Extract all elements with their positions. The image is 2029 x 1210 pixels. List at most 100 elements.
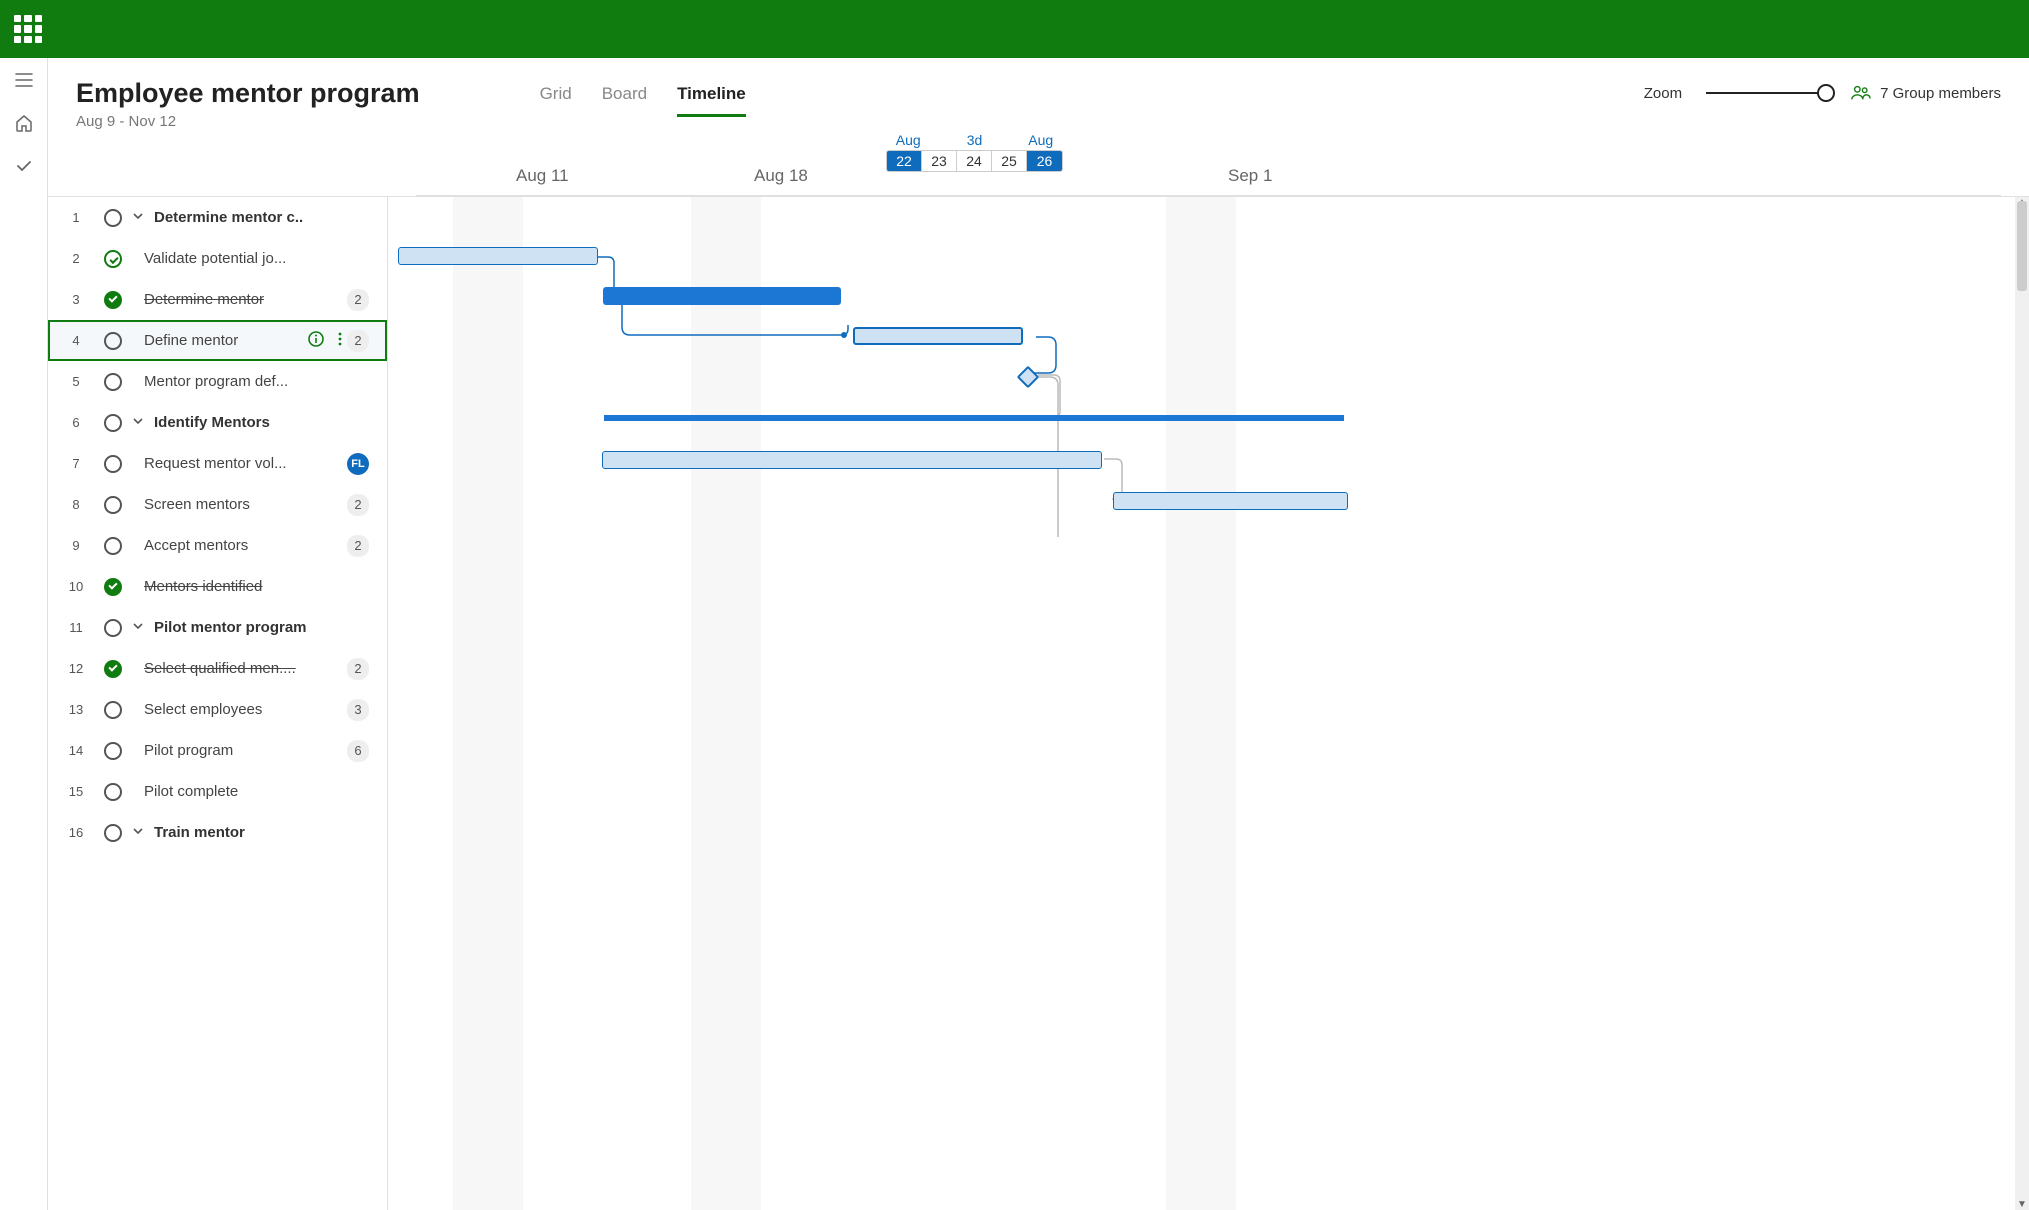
status-open-icon[interactable] bbox=[104, 496, 122, 514]
assignee-avatar[interactable]: FL bbox=[347, 453, 369, 475]
gantt-bar[interactable] bbox=[398, 247, 598, 265]
task-row[interactable]: 16Train mentor bbox=[48, 812, 387, 853]
task-row[interactable]: 12Select qualified men....2 bbox=[48, 648, 387, 689]
status-open-icon[interactable] bbox=[104, 414, 122, 432]
status-open-icon[interactable] bbox=[104, 455, 122, 473]
task-row[interactable]: 2 Validate potential jo... bbox=[48, 238, 387, 279]
people-icon bbox=[1850, 82, 1872, 104]
task-row[interactable]: 8Screen mentors2 bbox=[48, 484, 387, 525]
row-number: 5 bbox=[66, 374, 86, 389]
count-badge: 6 bbox=[347, 740, 369, 762]
task-row[interactable]: 5 Mentor program def... bbox=[48, 361, 387, 402]
project-header: Employee mentor program Aug 9 - Nov 12 G… bbox=[48, 58, 2029, 197]
row-number: 2 bbox=[66, 251, 86, 266]
chevron-down-icon[interactable] bbox=[132, 209, 144, 226]
task-name: Mentors identified bbox=[144, 578, 369, 595]
row-number: 6 bbox=[66, 415, 86, 430]
date-label: Aug 18 bbox=[754, 166, 808, 186]
status-open-icon[interactable] bbox=[104, 332, 122, 350]
date-cell[interactable]: 24 bbox=[957, 151, 992, 171]
project-date-range: Aug 9 - Nov 12 bbox=[76, 113, 420, 130]
status-open-icon[interactable] bbox=[104, 742, 122, 760]
milestone-diamond[interactable] bbox=[1017, 366, 1040, 389]
home-icon[interactable] bbox=[14, 113, 34, 138]
zoom-slider[interactable] bbox=[1706, 92, 1826, 94]
task-row[interactable]: 10Mentors identified bbox=[48, 566, 387, 607]
row-number: 4 bbox=[66, 333, 86, 348]
task-row[interactable]: 9Accept mentors2 bbox=[48, 525, 387, 566]
tab-board[interactable]: Board bbox=[602, 84, 647, 114]
row-number: 14 bbox=[66, 743, 86, 758]
status-open-icon[interactable] bbox=[104, 209, 122, 227]
status-open-icon[interactable] bbox=[104, 824, 122, 842]
tab-timeline[interactable]: Timeline bbox=[677, 84, 746, 117]
date-cell[interactable]: 23 bbox=[922, 151, 957, 171]
date-cell[interactable]: 26 bbox=[1027, 151, 1062, 171]
check-icon[interactable] bbox=[14, 156, 34, 181]
task-name: Select employees bbox=[144, 701, 347, 718]
task-name: Request mentor vol... bbox=[144, 455, 347, 472]
status-open-icon[interactable] bbox=[104, 701, 122, 719]
timeline-date-header: Aug 11 Aug 18 Sep 1 Aug 3d Aug 22 23 24 … bbox=[416, 130, 2001, 196]
status-open-icon[interactable] bbox=[104, 619, 122, 637]
task-name: Train mentor bbox=[154, 824, 369, 841]
task-row[interactable]: 11 Pilot mentor program bbox=[48, 607, 387, 648]
row-number: 7 bbox=[66, 456, 86, 471]
left-rail bbox=[0, 58, 48, 1210]
group-members-button[interactable]: 7 Group members bbox=[1850, 82, 2001, 104]
status-open-icon[interactable] bbox=[104, 783, 122, 801]
task-row[interactable]: 14 Pilot program6 bbox=[48, 730, 387, 771]
date-label: Aug 11 bbox=[516, 166, 569, 186]
task-name: Validate potential jo... bbox=[144, 250, 369, 267]
task-name: Select qualified men.... bbox=[144, 660, 347, 677]
gantt-bar[interactable] bbox=[603, 287, 841, 305]
count-badge: 2 bbox=[347, 494, 369, 516]
count-badge: 3 bbox=[347, 699, 369, 721]
task-row[interactable]: 13Select employees3 bbox=[48, 689, 387, 730]
date-picker[interactable]: 22 23 24 25 26 bbox=[886, 150, 1063, 172]
vertical-scrollbar[interactable]: ▲ ▼ bbox=[2015, 197, 2029, 1210]
status-complete-icon[interactable] bbox=[104, 660, 122, 678]
range-label-left: Aug bbox=[896, 132, 921, 148]
gantt-bar[interactable] bbox=[602, 451, 1102, 469]
row-number: 12 bbox=[66, 661, 86, 676]
chevron-down-icon[interactable] bbox=[132, 824, 144, 841]
gantt-bar-selected[interactable] bbox=[853, 327, 1023, 345]
info-icon[interactable] bbox=[307, 330, 325, 352]
menu-icon[interactable] bbox=[14, 70, 34, 95]
date-cell[interactable]: 25 bbox=[992, 151, 1027, 171]
row-number: 11 bbox=[66, 620, 86, 635]
zoom-slider-thumb[interactable] bbox=[1817, 84, 1835, 102]
status-complete-icon[interactable] bbox=[104, 578, 122, 596]
task-name: Pilot program bbox=[144, 742, 347, 759]
row-number: 9 bbox=[66, 538, 86, 553]
date-label: Sep 1 bbox=[1228, 166, 1272, 186]
task-row[interactable]: 15Pilot complete bbox=[48, 771, 387, 812]
task-row[interactable]: 6Identify Mentors bbox=[48, 402, 387, 443]
chevron-down-icon[interactable] bbox=[132, 619, 144, 636]
gantt-summary-bar[interactable] bbox=[604, 415, 1344, 421]
app-launcher-icon[interactable] bbox=[14, 15, 42, 43]
task-name: Mentor program def... bbox=[144, 373, 369, 390]
status-open-icon[interactable] bbox=[104, 537, 122, 555]
count-badge: 2 bbox=[347, 289, 369, 311]
group-members-label: 7 Group members bbox=[1880, 85, 2001, 102]
scrollbar-thumb[interactable] bbox=[2017, 201, 2027, 291]
status-open-icon[interactable] bbox=[104, 373, 122, 391]
gantt-chart[interactable]: ▲ ▼ bbox=[388, 197, 2029, 1210]
gantt-bar[interactable] bbox=[1113, 492, 1348, 510]
status-complete-outline-icon[interactable] bbox=[104, 250, 122, 268]
task-row[interactable]: 4Define mentor2 bbox=[48, 320, 387, 361]
task-row[interactable]: 3Determine mentor2 bbox=[48, 279, 387, 320]
task-row[interactable]: 1Determine mentor c.. bbox=[48, 197, 387, 238]
scroll-down-arrow[interactable]: ▼ bbox=[2015, 1199, 2029, 1210]
count-badge: 2 bbox=[347, 330, 369, 352]
date-cell[interactable]: 22 bbox=[887, 151, 922, 171]
chevron-down-icon[interactable] bbox=[132, 414, 144, 431]
task-name: Pilot mentor program bbox=[154, 619, 369, 636]
task-row[interactable]: 7 Request mentor vol...FL bbox=[48, 443, 387, 484]
zoom-label: Zoom bbox=[1644, 85, 1682, 102]
tab-grid[interactable]: Grid bbox=[540, 84, 572, 114]
more-vertical-icon[interactable] bbox=[333, 330, 347, 352]
status-complete-icon[interactable] bbox=[104, 291, 122, 309]
